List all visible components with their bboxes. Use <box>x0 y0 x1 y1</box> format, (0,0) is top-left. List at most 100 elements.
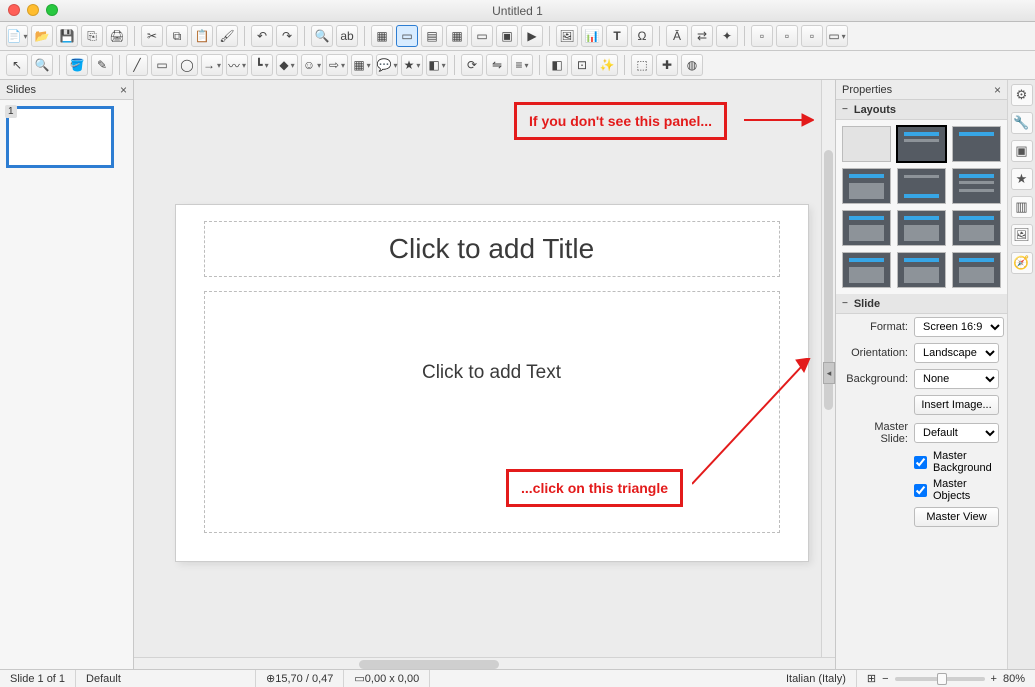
master-slide-select[interactable]: Default <box>914 423 999 443</box>
zoom-out-button[interactable]: − <box>882 673 888 685</box>
master-button[interactable]: ▣ <box>496 25 518 47</box>
fit-page-icon[interactable]: ⊞ <box>867 672 876 685</box>
close-icon[interactable]: × <box>120 83 127 97</box>
print-button[interactable]: 🖨 <box>106 25 128 47</box>
paste-button[interactable]: 📋 <box>191 25 213 47</box>
tab-navigator-icon[interactable]: 🧭 <box>1011 252 1033 274</box>
layout-title-content[interactable] <box>897 126 946 162</box>
minimize-window-icon[interactable] <box>27 4 39 16</box>
insert-text-button[interactable]: T <box>606 25 628 47</box>
layout-c[interactable] <box>952 210 1001 246</box>
clone-format-button[interactable]: 🖌 <box>216 25 238 47</box>
zoom-in-button[interactable]: + <box>991 673 997 685</box>
layouts-section-header[interactable]: − Layouts <box>836 100 1007 120</box>
symbol-shapes-tool[interactable]: ☺ <box>301 54 323 76</box>
sidebar-expand-triangle[interactable]: ◂ <box>823 362 835 384</box>
open-button[interactable]: 📂 <box>31 25 53 47</box>
slide-thumbnail[interactable]: 1 <box>6 106 127 168</box>
fontwork-button[interactable]: Ā <box>666 25 688 47</box>
tab-gallery-icon[interactable]: 🖼 <box>1011 224 1033 246</box>
zoom-slider[interactable] <box>895 677 985 681</box>
layout-a[interactable] <box>842 210 891 246</box>
layout-blank[interactable] <box>842 126 891 162</box>
save-button[interactable]: 💾 <box>56 25 78 47</box>
zoom-window-icon[interactable] <box>46 4 58 16</box>
orientation-select[interactable]: Landscape <box>914 343 999 363</box>
zoom-value[interactable]: 80% <box>1003 673 1025 685</box>
rotate-tool[interactable]: ⟳ <box>461 54 483 76</box>
copy-button[interactable]: ⧉ <box>166 25 188 47</box>
insert-image-button[interactable]: Insert Image... <box>914 395 999 415</box>
layout-d[interactable] <box>842 252 891 288</box>
layout-title-only[interactable] <box>952 126 1001 162</box>
line-tool[interactable]: ╱ <box>126 54 148 76</box>
layout-b[interactable] <box>897 210 946 246</box>
shadow-tool[interactable]: ◧ <box>546 54 568 76</box>
connector-tool[interactable]: ┗ <box>251 54 273 76</box>
align-right-button[interactable]: ▫ <box>801 25 823 47</box>
flowchart-tool[interactable]: ▦ <box>351 54 373 76</box>
spellcheck-button[interactable]: ab <box>336 25 358 47</box>
find-button[interactable]: 🔍 <box>311 25 333 47</box>
title-placeholder[interactable]: Click to add Title <box>204 221 780 277</box>
align-left-button[interactable]: ▫ <box>751 25 773 47</box>
sidebar-settings-icon[interactable]: ⚙ <box>1011 84 1033 106</box>
align-center-button[interactable]: ▫ <box>776 25 798 47</box>
view-outline-button[interactable]: ▤ <box>421 25 443 47</box>
block-arrows-tool[interactable]: ⇨ <box>326 54 348 76</box>
stars-tool[interactable]: ★ <box>401 54 423 76</box>
layout-two-content[interactable] <box>842 168 891 204</box>
distribute-tool[interactable]: ≡ <box>511 54 533 76</box>
points-tool[interactable]: ⬚ <box>631 54 653 76</box>
cut-button[interactable]: ✂ <box>141 25 163 47</box>
zoom-tool[interactable]: 🔍 <box>31 54 53 76</box>
crop-tool[interactable]: ⊡ <box>571 54 593 76</box>
grid-button[interactable]: ▦ <box>371 25 393 47</box>
vertical-scrollbar[interactable]: ◂ <box>821 80 835 657</box>
3d-tool[interactable]: ◧ <box>426 54 448 76</box>
export-pdf-button[interactable]: ⎘ <box>81 25 103 47</box>
layout-content-title[interactable] <box>897 168 946 204</box>
close-icon[interactable]: × <box>994 83 1001 97</box>
format-select[interactable]: Screen 16:9 <box>914 317 1004 337</box>
layout-title-2content[interactable] <box>952 168 1001 204</box>
tab-animation-icon[interactable]: ★ <box>1011 168 1033 190</box>
line-color-button[interactable]: ✎ <box>91 54 113 76</box>
basic-shapes-tool[interactable]: ◆ <box>276 54 298 76</box>
insert-image-button[interactable]: 🖼 <box>556 25 578 47</box>
tab-properties-icon[interactable]: 🔧 <box>1011 112 1033 134</box>
extrusion-tool[interactable]: ◍ <box>681 54 703 76</box>
select-tool[interactable]: ↖ <box>6 54 28 76</box>
insert-slide-button[interactable]: ▭ <box>471 25 493 47</box>
new-button[interactable]: 📄 <box>6 25 28 47</box>
rect-tool[interactable]: ▭ <box>151 54 173 76</box>
hyperlink-button[interactable]: ⇄ <box>691 25 713 47</box>
flip-tool[interactable]: ⇋ <box>486 54 508 76</box>
master-objects-checkbox[interactable] <box>914 484 927 497</box>
view-normal-button[interactable]: ▭ <box>396 25 418 47</box>
insert-chart-button[interactable]: 📊 <box>581 25 603 47</box>
interaction-button[interactable]: ✦ <box>716 25 738 47</box>
undo-button[interactable]: ↶ <box>251 25 273 47</box>
master-view-button[interactable]: Master View <box>914 507 999 527</box>
redo-button[interactable]: ↷ <box>276 25 298 47</box>
layout-e[interactable] <box>897 252 946 288</box>
arrange-button[interactable]: ▭ <box>826 25 848 47</box>
fill-color-button[interactable]: 🪣 <box>66 54 88 76</box>
view-sorter-button[interactable]: ▦ <box>446 25 468 47</box>
close-window-icon[interactable] <box>8 4 20 16</box>
tab-master-slides-icon[interactable]: ▥ <box>1011 196 1033 218</box>
slideshow-button[interactable]: ▶ <box>521 25 543 47</box>
layout-f[interactable] <box>952 252 1001 288</box>
background-select[interactable]: None <box>914 369 999 389</box>
arrow-tool[interactable]: → <box>201 54 223 76</box>
callout-tool[interactable]: 💬 <box>376 54 398 76</box>
insert-special-char-button[interactable]: Ω <box>631 25 653 47</box>
ellipse-tool[interactable]: ◯ <box>176 54 198 76</box>
slide-section-header[interactable]: − Slide <box>836 294 1007 314</box>
filter-tool[interactable]: ✨ <box>596 54 618 76</box>
master-background-checkbox[interactable] <box>914 456 927 469</box>
tab-slide-transition-icon[interactable]: ▣ <box>1011 140 1033 162</box>
gluepoints-tool[interactable]: ✚ <box>656 54 678 76</box>
curve-tool[interactable]: 〰 <box>226 54 248 76</box>
